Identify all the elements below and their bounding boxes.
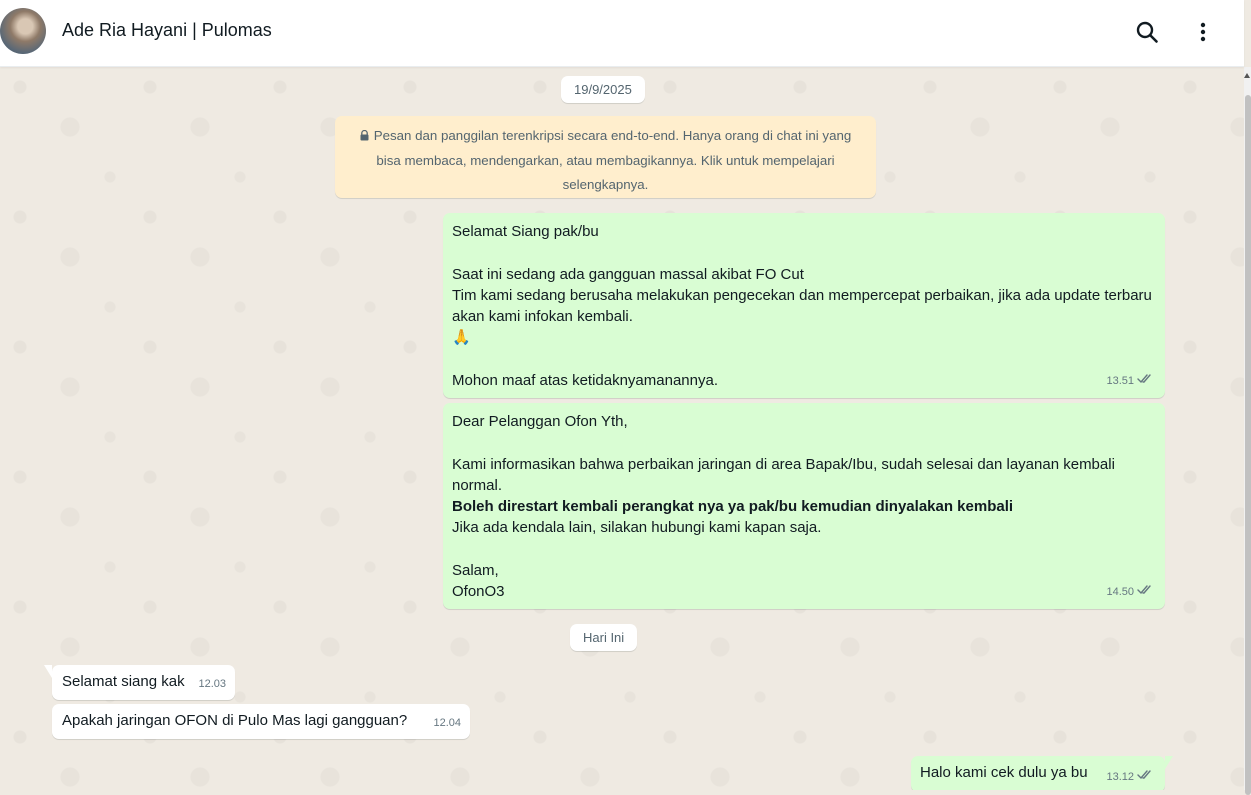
message-time: 13.51 xyxy=(1106,374,1134,387)
message-list[interactable]: 19/9/2025 Pesan dan panggilan terenkrips… xyxy=(0,67,1244,790)
message-time: 12.04 xyxy=(433,716,461,729)
message-bold-text: Boleh direstart kembali perangkat nya ya… xyxy=(452,498,1014,516)
kebab-menu-icon xyxy=(1200,22,1206,42)
scroll-up-arrow-icon[interactable] xyxy=(1244,73,1250,78)
lock-icon xyxy=(360,125,369,149)
scrollbar[interactable] xyxy=(1244,67,1251,795)
message-meta: 13.12 xyxy=(1106,767,1154,788)
contact-avatar[interactable] xyxy=(0,8,46,54)
contact-name[interactable]: Ade Ria Hayani | Pulomas xyxy=(62,20,272,41)
message-meta: 14.50 xyxy=(1106,582,1154,603)
message-text: Jika ada kendala lain, silakan hubungi k… xyxy=(452,519,822,601)
message-time: 12.03 xyxy=(198,677,226,690)
search-icon xyxy=(1136,21,1158,43)
message-meta: 12.04 xyxy=(433,713,461,734)
message-time: 14.50 xyxy=(1106,585,1134,598)
encryption-notice[interactable]: Pesan dan panggilan terenkripsi secara e… xyxy=(335,116,876,198)
message-bubble-outgoing[interactable]: Dear Pelanggan Ofon Yth, Kami informasik… xyxy=(443,403,1165,609)
message-meta: 12.03 xyxy=(198,674,226,695)
double-check-icon xyxy=(1137,582,1154,603)
chat-header: Ade Ria Hayani | Pulomas xyxy=(0,0,1244,67)
double-check-icon xyxy=(1137,371,1154,392)
message-bubble-incoming[interactable]: Apakah jaringan OFON di Pulo Mas lagi ga… xyxy=(52,704,470,739)
message-text: Dear Pelanggan Ofon Yth, Kami informasik… xyxy=(452,413,1115,494)
encryption-notice-text: Pesan dan panggilan terenkripsi secara e… xyxy=(373,128,852,192)
message-bubble-incoming[interactable]: Selamat siang kak 12.03 xyxy=(44,665,235,700)
message-text: Apakah jaringan OFON di Pulo Mas lagi ga… xyxy=(62,712,408,729)
date-divider: 19/9/2025 xyxy=(561,76,645,103)
double-check-icon xyxy=(1137,767,1154,788)
date-divider: Hari Ini xyxy=(570,624,638,651)
message-bubble-outgoing[interactable]: Selamat Siang pak/bu Saat ini sedang ada… xyxy=(443,213,1165,398)
menu-button[interactable] xyxy=(1187,16,1219,48)
scrollbar-thumb[interactable] xyxy=(1245,95,1251,795)
message-text: Selamat Siang pak/bu Saat ini sedang ada… xyxy=(452,223,1152,390)
search-button[interactable] xyxy=(1131,16,1163,48)
message-bubble-outgoing[interactable]: Halo kami cek dulu ya bu 13.12 xyxy=(911,756,1173,790)
message-time: 13.12 xyxy=(1106,770,1134,783)
message-meta: 13.51 xyxy=(1106,371,1154,392)
